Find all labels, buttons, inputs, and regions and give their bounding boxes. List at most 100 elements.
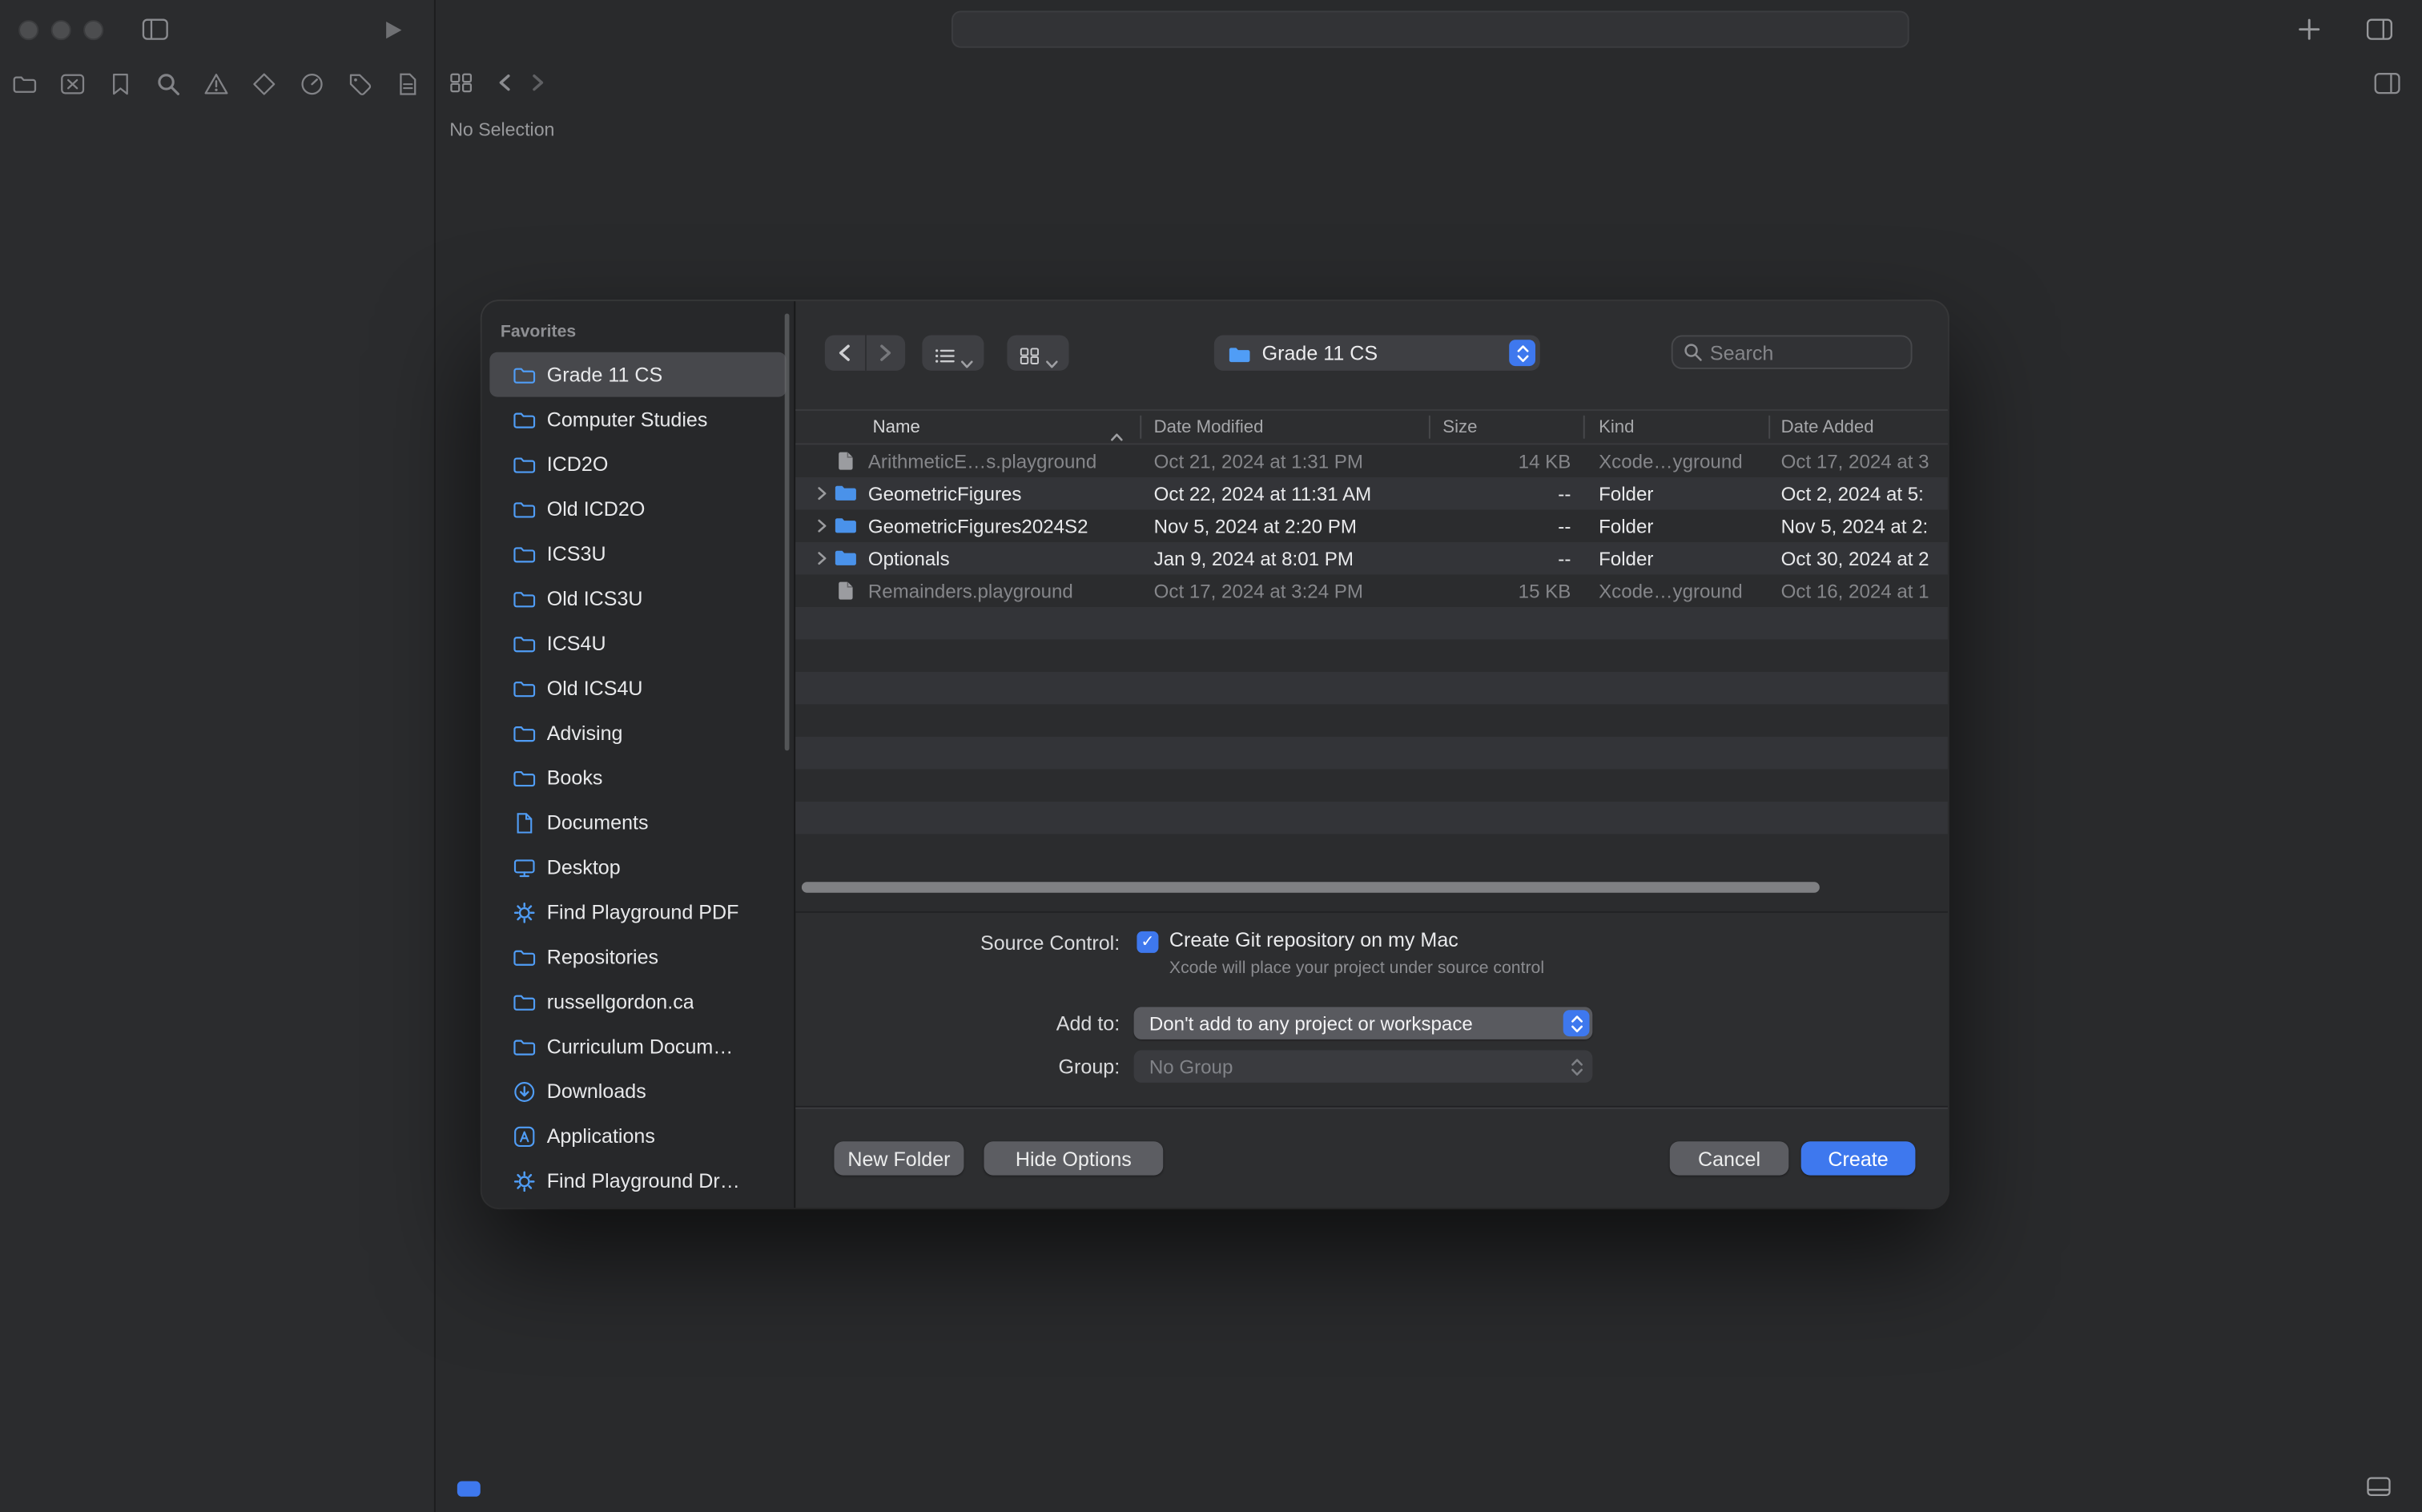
sidebar-item-ics4u[interactable]: ICS4U <box>489 621 786 666</box>
add-to-label: Add to: <box>857 1011 1120 1035</box>
folder-icon <box>513 408 536 430</box>
file-kind: Xcode…yground <box>1583 450 1768 472</box>
file-list: ArithmeticE…s.playground Oct 21, 2024 at… <box>795 444 1948 911</box>
file-date-added: Oct 30, 2024 at 2 <box>1768 548 1948 569</box>
table-row[interactable]: Optionals Jan 9, 2024 at 8:01 PM -- Fold… <box>795 542 1948 574</box>
close-button[interactable] <box>18 20 38 40</box>
column-divider[interactable] <box>1140 416 1141 439</box>
navigator-tests-icon[interactable] <box>251 73 276 96</box>
table-row[interactable]: GeometricFigures2024S2 Nov 5, 2024 at 2:… <box>795 509 1948 542</box>
hide-options-button[interactable]: Hide Options <box>984 1141 1163 1175</box>
source-control-help-text: Xcode will place your project under sour… <box>1169 959 1544 978</box>
sidebar-item-desktop[interactable]: Desktop <box>489 845 786 890</box>
column-divider[interactable] <box>1768 416 1770 439</box>
column-header-kind[interactable]: Kind <box>1583 418 1768 436</box>
sidebar-item-curriculum-documents[interactable]: Curriculum Docum… <box>489 1024 786 1069</box>
disclosure-triangle-icon[interactable] <box>817 551 834 565</box>
search-field[interactable] <box>1672 335 1913 368</box>
navigator-source-control-icon[interactable] <box>60 73 85 96</box>
table-row[interactable]: GeometricFigures Oct 22, 2024 at 11:31 A… <box>795 477 1948 509</box>
sidebar-item-applications[interactable]: Applications <box>489 1113 786 1158</box>
gear-icon <box>513 901 536 923</box>
navigator-find-icon[interactable] <box>156 73 181 96</box>
editor-minimap-icon[interactable] <box>449 73 473 93</box>
disclosure-spacer <box>817 454 834 468</box>
sidebar-item-old-icd2o[interactable]: Old ICD2O <box>489 486 786 531</box>
editor-options-icon[interactable] <box>2374 73 2400 94</box>
sidebar-item-advising[interactable]: Advising <box>489 710 786 755</box>
navigator-breakpoints-icon[interactable] <box>348 73 372 96</box>
navigator-debug-icon[interactable] <box>300 73 324 96</box>
sidebar-item-books[interactable]: Books <box>489 755 786 800</box>
add-to-value: Don't add to any project or workspace <box>1149 1012 1473 1034</box>
sidebar-item-label: Repositories <box>547 945 658 968</box>
sidebar-item-icd2o[interactable]: ICD2O <box>489 442 786 487</box>
navigator-reports-icon[interactable] <box>396 73 420 96</box>
popup-chevrons-icon <box>1563 1053 1590 1080</box>
cancel-button[interactable]: Cancel <box>1670 1141 1789 1175</box>
navigator-bookmarks-icon[interactable] <box>108 73 133 96</box>
empty-row <box>795 672 1948 704</box>
breakpoint-filter-icon[interactable] <box>457 1481 481 1496</box>
column-header-date-added[interactable]: Date Added <box>1768 418 1948 436</box>
sidebar-item-repositories[interactable]: Repositories <box>489 935 786 979</box>
back-button[interactable] <box>825 335 864 370</box>
sidebar-item-label: ICS4U <box>547 632 606 655</box>
sidebar-toggle-icon[interactable] <box>142 18 168 40</box>
sidebar-item-find-playground-pdf[interactable]: Find Playground PDF <box>489 890 786 935</box>
navigator-issues-icon[interactable] <box>204 73 229 96</box>
run-icon[interactable] <box>384 20 403 40</box>
column-header-name[interactable]: Name <box>795 418 1140 436</box>
empty-row <box>795 607 1948 639</box>
location-popup[interactable]: Grade 11 CS <box>1214 335 1540 370</box>
sidebar-item-russellgordon-ca[interactable]: russellgordon.ca <box>489 979 786 1024</box>
disclosure-triangle-icon[interactable] <box>817 486 834 500</box>
icon-view-button[interactable] <box>1007 335 1068 370</box>
sidebar-item-grade-11-cs[interactable]: Grade 11 CS <box>489 352 786 397</box>
sidebar-scrollbar[interactable] <box>785 313 790 750</box>
sidebar-item-downloads[interactable]: Downloads <box>489 1069 786 1114</box>
column-header-date-modified[interactable]: Date Modified <box>1140 418 1429 436</box>
sidebar-item-ics3u[interactable]: ICS3U <box>489 531 786 576</box>
new-folder-button[interactable]: New Folder <box>834 1141 964 1175</box>
horizontal-scrollbar[interactable] <box>802 882 1820 893</box>
debug-area-toggle-icon[interactable] <box>2367 1477 2392 1497</box>
folder-icon <box>513 453 536 475</box>
file-size: -- <box>1429 515 1583 537</box>
editor-back-icon[interactable] <box>499 74 511 91</box>
group-label: Group: <box>857 1055 1120 1078</box>
list-view-button[interactable] <box>922 335 984 370</box>
sidebar-item-computer-studies[interactable]: Computer Studies <box>489 397 786 442</box>
minimize-button[interactable] <box>51 20 71 40</box>
column-header-size[interactable]: Size <box>1429 418 1583 436</box>
empty-row <box>795 639 1948 672</box>
folder-icon <box>513 364 536 385</box>
table-row[interactable]: Remainders.playground Oct 17, 2024 at 3:… <box>795 574 1948 607</box>
git-repository-checkbox[interactable] <box>1137 931 1158 953</box>
search-input[interactable] <box>1710 340 1900 364</box>
add-to-popup[interactable]: Don't add to any project or workspace <box>1134 1007 1593 1040</box>
forward-button[interactable] <box>864 335 905 370</box>
folder-icon <box>513 588 536 609</box>
sidebar-item-documents[interactable]: Documents <box>489 800 786 845</box>
navigator-project-icon[interactable] <box>12 73 37 96</box>
sidebar-item-label: Curriculum Docum… <box>547 1035 734 1058</box>
git-repository-checkbox-label[interactable]: Create Git repository on my Mac <box>1169 928 1458 951</box>
sidebar-item-find-playground-dr[interactable]: Find Playground Dr… <box>489 1158 786 1203</box>
column-divider[interactable] <box>1429 416 1430 439</box>
sidebar-item-old-ics3u[interactable]: Old ICS3U <box>489 576 786 621</box>
add-icon[interactable] <box>2299 18 2320 40</box>
inspector-toggle-icon[interactable] <box>2367 18 2393 40</box>
zoom-button[interactable] <box>83 20 103 40</box>
popup-chevrons-icon <box>1563 1010 1590 1036</box>
create-button[interactable]: Create <box>1801 1141 1916 1175</box>
sidebar-item-old-ics4u[interactable]: Old ICS4U <box>489 666 786 710</box>
table-row[interactable]: ArithmeticE…s.playground Oct 21, 2024 at… <box>795 444 1948 477</box>
editor-forward-icon[interactable] <box>531 74 543 91</box>
disclosure-triangle-icon[interactable] <box>817 519 834 533</box>
empty-row <box>795 737 1948 769</box>
group-popup[interactable]: No Group <box>1134 1050 1593 1083</box>
column-divider[interactable] <box>1583 416 1585 439</box>
file-size: 15 KB <box>1429 580 1583 601</box>
favorites-list: Grade 11 CS Computer Studies ICD2O Old I… <box>482 352 795 1204</box>
